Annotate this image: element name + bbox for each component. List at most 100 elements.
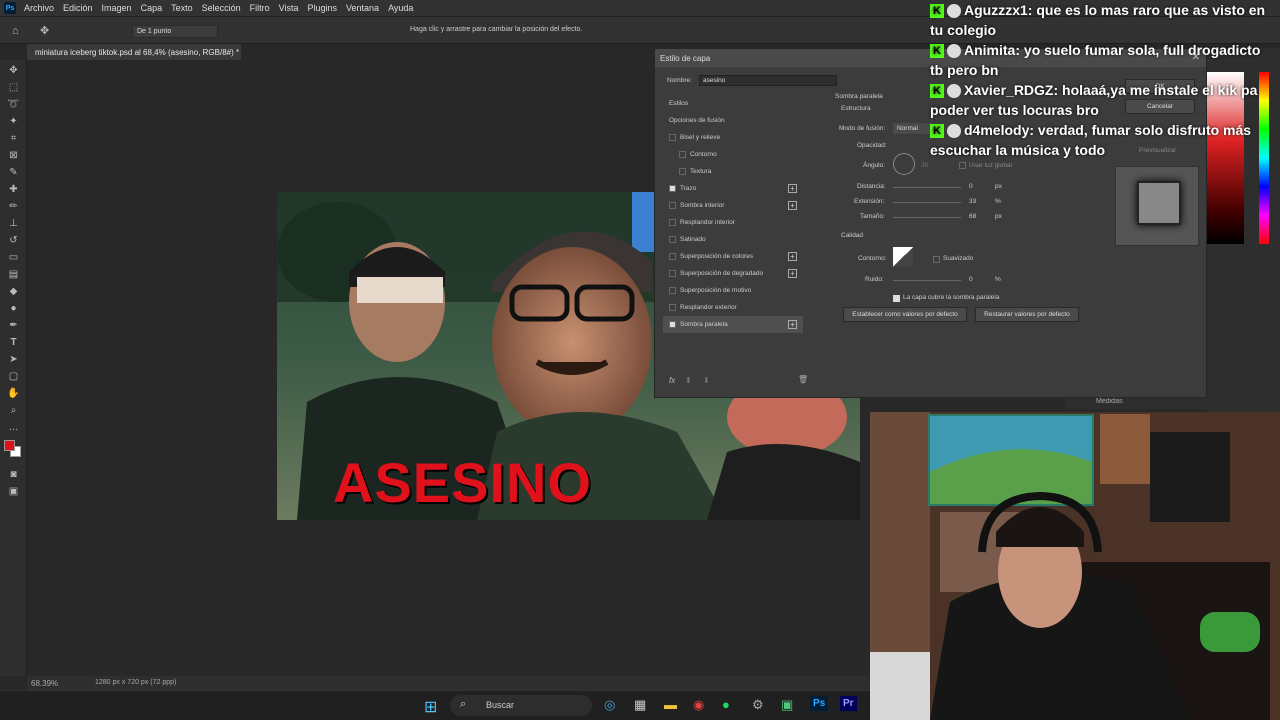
style-checkbox[interactable]: [669, 287, 676, 294]
magic-wand-icon[interactable]: ✦: [7, 115, 20, 128]
move-up-icon[interactable]: ⬆: [685, 376, 692, 385]
type-icon[interactable]: T: [7, 336, 20, 349]
path-select-icon[interactable]: ➤: [7, 353, 20, 366]
distance-slider[interactable]: [893, 187, 961, 188]
healing-icon[interactable]: ✚: [7, 183, 20, 196]
menu-archivo[interactable]: Archivo: [24, 3, 54, 13]
style-item[interactable]: Resplandor exterior: [663, 299, 803, 316]
photoshop-taskbar-icon[interactable]: Ps: [810, 696, 829, 711]
add-style-icon[interactable]: +: [788, 184, 797, 193]
style-item[interactable]: Superposición de motivo: [663, 282, 803, 299]
frame-icon[interactable]: ⊠: [7, 149, 20, 162]
windows-start-icon[interactable]: ⊞: [424, 697, 437, 717]
eyedropper-icon[interactable]: ✎: [7, 166, 20, 179]
menu-vista[interactable]: Vista: [279, 3, 299, 13]
noise-slider[interactable]: [893, 280, 961, 281]
knockout-checkbox[interactable]: [893, 295, 900, 302]
add-style-icon[interactable]: +: [788, 201, 797, 210]
set-default-button[interactable]: Establecer como valores por defecto: [843, 307, 967, 322]
blend-mode-select[interactable]: Normal: [893, 123, 933, 134]
marquee-icon[interactable]: ⬚: [7, 81, 20, 94]
menu-seleccion[interactable]: Selección: [202, 3, 241, 13]
chrome-icon[interactable]: ◉: [693, 697, 704, 713]
dodge-icon[interactable]: ●: [7, 302, 20, 315]
reset-default-button[interactable]: Restaurar valores por defecto: [975, 307, 1079, 322]
brush-icon[interactable]: ✏: [7, 200, 20, 213]
lasso-icon[interactable]: ➰: [7, 98, 20, 111]
color-swatches[interactable]: [4, 440, 26, 464]
style-item[interactable]: Superposición de degradado +: [663, 265, 803, 282]
pen-icon[interactable]: ✒: [7, 319, 20, 332]
noise-value[interactable]: 0: [969, 276, 973, 283]
file-explorer-icon[interactable]: ▬: [664, 697, 677, 712]
style-checkbox[interactable]: [679, 151, 686, 158]
style-item[interactable]: Textura: [663, 163, 803, 180]
stamp-icon[interactable]: ⊥: [7, 217, 20, 230]
style-item[interactable]: Contorno: [663, 146, 803, 163]
style-checkbox[interactable]: [669, 134, 676, 141]
size-value[interactable]: 68: [969, 213, 976, 220]
antialias-checkbox[interactable]: [933, 256, 940, 263]
menu-ayuda[interactable]: Ayuda: [388, 3, 413, 13]
spotify-icon[interactable]: ●: [722, 697, 730, 712]
move-down-icon[interactable]: ⬇: [703, 376, 710, 385]
menu-capa[interactable]: Capa: [141, 3, 163, 13]
add-style-icon[interactable]: +: [788, 252, 797, 261]
style-item[interactable]: Sombra interior +: [663, 197, 803, 214]
screen-mode-icon[interactable]: ▣: [7, 485, 20, 498]
trash-icon[interactable]: 🗑: [798, 375, 808, 384]
add-style-icon[interactable]: +: [788, 269, 797, 278]
move-icon[interactable]: ✥: [7, 64, 20, 77]
angle-value[interactable]: 30: [921, 162, 928, 169]
more-tools-icon[interactable]: …: [7, 421, 20, 434]
sample-size-select[interactable]: De 1 punto: [132, 25, 218, 38]
premiere-taskbar-icon[interactable]: Pr: [840, 696, 857, 711]
history-brush-icon[interactable]: ↺: [7, 234, 20, 247]
foreground-color-swatch[interactable]: [4, 440, 15, 451]
hand-icon[interactable]: ✋: [7, 387, 20, 400]
settings-icon[interactable]: ⚙: [752, 697, 764, 713]
name-field[interactable]: asesino: [699, 75, 837, 86]
distance-value[interactable]: 0: [969, 183, 973, 190]
measures-label[interactable]: Medidas: [1096, 398, 1122, 405]
style-item[interactable]: Resplandor interior: [663, 214, 803, 231]
store-icon[interactable]: ▦: [634, 697, 646, 713]
move-tool-icon[interactable]: ✥: [40, 24, 49, 37]
app-icon[interactable]: ▣: [781, 697, 793, 713]
document-tab[interactable]: miniatura iceberg tiktok.psd al 68,4% (a…: [27, 44, 241, 60]
fx-icon[interactable]: fx: [669, 376, 675, 385]
menu-edicion[interactable]: Edición: [63, 3, 93, 13]
menu-imagen[interactable]: Imagen: [102, 3, 132, 13]
edge-icon[interactable]: ◎: [604, 697, 615, 713]
shape-icon[interactable]: ▢: [7, 370, 20, 383]
menu-plugins[interactable]: Plugins: [308, 3, 338, 13]
style-checkbox[interactable]: [669, 236, 676, 243]
style-item[interactable]: Satinado: [663, 231, 803, 248]
contour-picker[interactable]: [893, 247, 913, 267]
zoom-icon[interactable]: ⌕: [7, 404, 20, 417]
zoom-level[interactable]: 68.39%: [31, 679, 58, 688]
add-style-icon[interactable]: +: [788, 320, 797, 329]
home-icon[interactable]: ⌂: [12, 25, 19, 37]
style-item[interactable]: Trazo +: [663, 180, 803, 197]
eraser-icon[interactable]: ▭: [7, 251, 20, 264]
style-item[interactable]: Sombra paralela +: [663, 316, 803, 333]
style-checkbox[interactable]: [669, 219, 676, 226]
quick-mask-icon[interactable]: ◙: [7, 468, 20, 481]
spread-value[interactable]: 33: [969, 198, 976, 205]
spread-slider[interactable]: [893, 202, 961, 203]
size-slider[interactable]: [893, 217, 961, 218]
style-item[interactable]: Opciones de fusión: [663, 112, 803, 129]
styles-header[interactable]: Estilos: [663, 95, 803, 112]
style-item[interactable]: Superposición de colores +: [663, 248, 803, 265]
taskbar-search[interactable]: ⌕ Buscar: [450, 695, 592, 716]
style-checkbox[interactable]: [669, 270, 676, 277]
menu-filtro[interactable]: Filtro: [250, 3, 270, 13]
style-checkbox[interactable]: [669, 202, 676, 209]
blur-icon[interactable]: ◆: [7, 285, 20, 298]
angle-dial[interactable]: [893, 153, 915, 175]
style-item[interactable]: Bisel y relieve: [663, 129, 803, 146]
style-checkbox[interactable]: [669, 304, 676, 311]
global-light-checkbox[interactable]: [959, 162, 966, 169]
style-checkbox[interactable]: [669, 253, 676, 260]
